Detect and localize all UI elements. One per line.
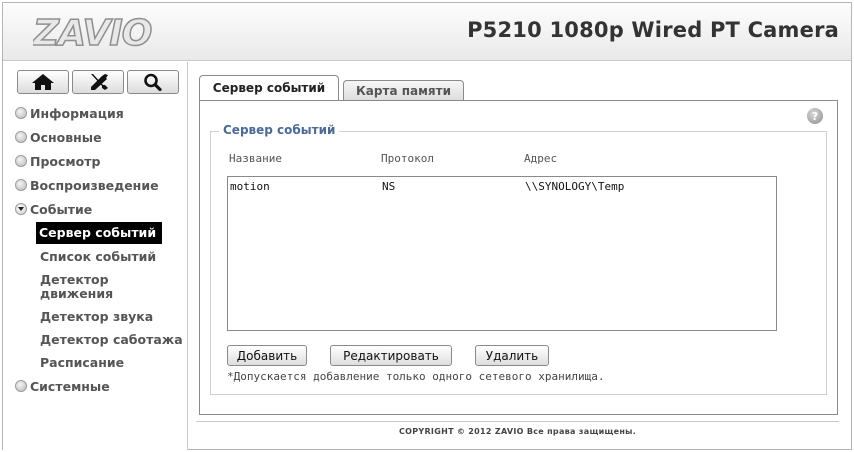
tab-bar: Сервер событий Карта памяти bbox=[196, 75, 839, 100]
event-submenu: Сервер событий Список событий Детектор д… bbox=[36, 222, 185, 374]
zavio-logo-graphic: ZAVIO bbox=[33, 12, 154, 52]
bullet-icon bbox=[15, 179, 27, 191]
sidebar-item-label: Просмотр bbox=[30, 153, 101, 169]
bullet-icon bbox=[15, 380, 27, 392]
tools-icon bbox=[91, 74, 108, 90]
sidebar-item-label: Основные bbox=[30, 129, 102, 145]
server-name: motion bbox=[230, 180, 270, 193]
sidebar-item-basic[interactable]: Основные bbox=[15, 125, 185, 149]
sidebar-item-label: Событие bbox=[30, 201, 93, 217]
sidebar-item-view[interactable]: Просмотр bbox=[15, 149, 185, 173]
home-icon bbox=[32, 74, 54, 90]
edit-button[interactable]: Редактировать bbox=[330, 345, 452, 366]
storage-note: *Допускается добавление только одного се… bbox=[227, 370, 605, 383]
toolbar bbox=[17, 70, 179, 94]
bullet-icon bbox=[15, 107, 27, 119]
submenu-motion-detector[interactable]: Детектор движения bbox=[37, 268, 185, 305]
group-legend: Сервер событий bbox=[219, 123, 340, 137]
sidebar-item-playback[interactable]: Воспроизведение bbox=[15, 173, 185, 197]
submenu-event-server[interactable]: Сервер событий bbox=[36, 222, 162, 244]
tools-button[interactable] bbox=[72, 70, 124, 94]
home-button[interactable] bbox=[17, 70, 69, 94]
header: ZAVIO P5210 1080p Wired PT Camera bbox=[3, 3, 851, 61]
delete-button[interactable]: Удалить bbox=[475, 345, 549, 366]
sidebar-item-label: Информация bbox=[30, 105, 124, 121]
tab-panel: ? Сервер событий Название Протокол Адрес… bbox=[199, 100, 838, 415]
bullet-icon bbox=[15, 131, 27, 143]
help-icon[interactable]: ? bbox=[807, 108, 823, 124]
sidebar-item-event[interactable]: Событие bbox=[15, 197, 185, 221]
svg-text:ZAVIO: ZAVIO bbox=[33, 13, 152, 52]
submenu-schedule[interactable]: Расписание bbox=[37, 351, 185, 374]
camera-title: P5210 1080p Wired PT Camera bbox=[467, 18, 839, 42]
expanded-arrow-icon bbox=[15, 203, 27, 215]
column-header-protocol: Протокол bbox=[381, 152, 434, 165]
main-content: Сервер событий Карта памяти ? Сервер соб… bbox=[196, 75, 839, 415]
footer-copyright: COPYRIGHT © 2012 ZAVIO Все права защищен… bbox=[196, 421, 839, 441]
column-header-address: Адрес bbox=[524, 152, 558, 165]
sidebar-item-label: Системные bbox=[30, 378, 110, 394]
search-icon bbox=[144, 73, 162, 91]
server-protocol: NS bbox=[382, 180, 396, 193]
tab-event-server[interactable]: Сервер событий bbox=[199, 75, 339, 100]
tab-memory-card[interactable]: Карта памяти bbox=[343, 80, 464, 100]
add-button[interactable]: Добавить bbox=[227, 345, 307, 366]
event-server-group: Сервер событий Название Протокол Адрес m… bbox=[210, 123, 827, 395]
submenu-audio-detector[interactable]: Детектор звука bbox=[37, 305, 185, 328]
sidebar-item-label: Воспроизведение bbox=[30, 177, 159, 193]
bullet-icon bbox=[15, 155, 27, 167]
sidebar-item-system[interactable]: Системные bbox=[15, 374, 185, 398]
zavio-logo: ZAVIO bbox=[33, 11, 161, 53]
submenu-tamper-detector[interactable]: Детектор саботажа bbox=[37, 328, 185, 351]
sidebar-item-info[interactable]: Информация bbox=[15, 101, 185, 125]
server-address: \\SYNOLOGY\Temp bbox=[525, 180, 625, 193]
sidebar: Информация Основные Просмотр Воспроизвед… bbox=[3, 62, 188, 450]
server-list[interactable]: motion NS \\SYNOLOGY\Temp bbox=[227, 176, 777, 331]
submenu-event-list[interactable]: Список событий bbox=[37, 245, 185, 268]
column-header-name: Название bbox=[229, 152, 282, 165]
sidebar-menu: Информация Основные Просмотр Воспроизвед… bbox=[15, 101, 185, 398]
search-button[interactable] bbox=[127, 70, 179, 94]
